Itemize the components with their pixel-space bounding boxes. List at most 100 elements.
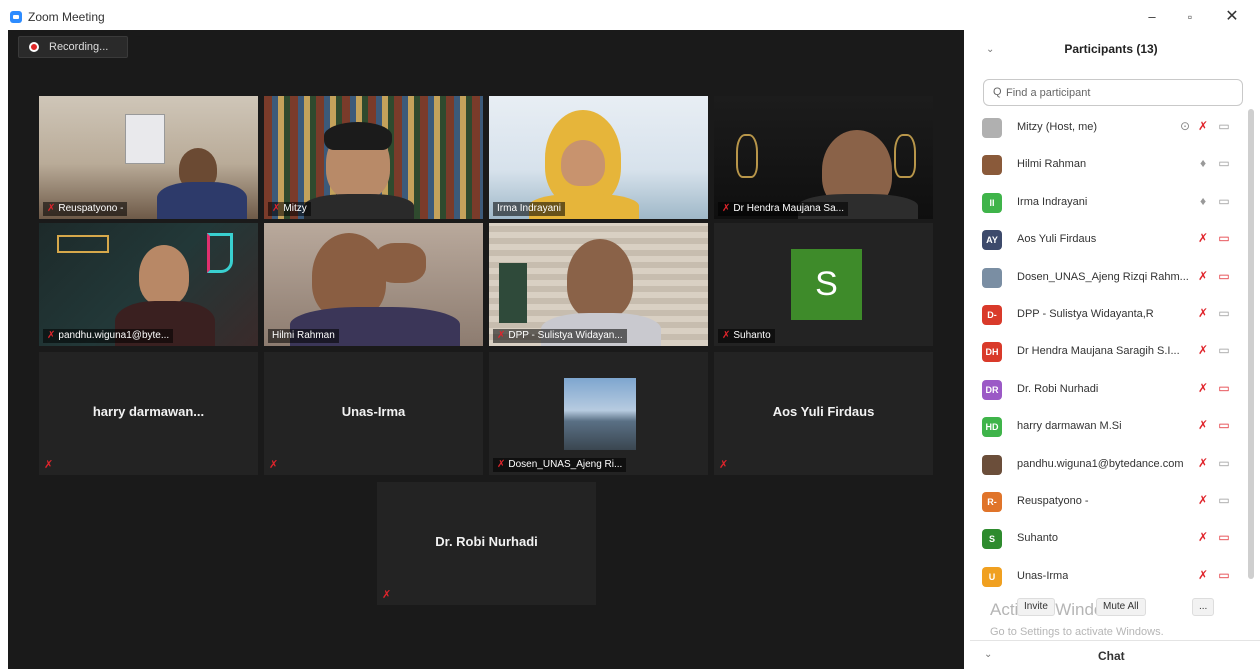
lantern-decoration — [894, 134, 916, 178]
video-tile-unas-irma[interactable]: Unas-Irma ✗ — [264, 352, 483, 475]
camera-off-icon[interactable]: ▭ — [1217, 568, 1231, 582]
camera-off-icon[interactable]: ▭ — [1217, 269, 1231, 283]
video-feed — [714, 96, 933, 219]
muted-mic-icon: ✗ — [382, 589, 392, 601]
minimize-button[interactable]: – — [1142, 8, 1162, 26]
participant-name: DPP - Sulistya Widayanta,R — [1017, 307, 1154, 320]
participant-search[interactable]: Q — [983, 79, 1243, 106]
participant-avatar: DR — [982, 379, 1002, 400]
video-feed — [39, 223, 258, 346]
camera-off-icon[interactable]: ▭ — [1217, 530, 1231, 544]
camera-icon[interactable]: ▭ — [1217, 156, 1231, 170]
camera-off-icon[interactable]: ▭ — [1217, 381, 1231, 395]
sign-decoration — [57, 235, 109, 253]
muted-mic-icon[interactable]: ✗ — [1196, 530, 1210, 544]
participant-row[interactable]: II Irma Indrayani ♦ ▭ — [970, 184, 1246, 221]
participant-row[interactable]: Mitzy (Host, me) ⊙ ✗ ▭ — [970, 109, 1246, 146]
participant-row[interactable]: Hilmi Rahman ♦ ▭ — [970, 146, 1246, 183]
participant-row[interactable]: U Unas-Irma ✗ ▭ — [970, 558, 1246, 595]
video-tile-dr-robi-nurhadi[interactable]: Dr. Robi Nurhadi ✗ — [377, 482, 596, 605]
camera-icon[interactable]: ▭ — [1217, 119, 1231, 133]
muted-mic-icon[interactable]: ✗ — [1196, 493, 1210, 507]
camera-icon[interactable]: ▭ — [1217, 343, 1231, 357]
video-feed — [264, 223, 483, 346]
participant-row[interactable]: pandhu.wiguna1@bytedance.com ✗ ▭ — [970, 446, 1246, 483]
video-tile-dr-hendra[interactable]: ✗ Dr Hendra Maujana Sa... — [714, 96, 933, 219]
participant-row[interactable]: DR Dr. Robi Nurhadi ✗ ▭ — [970, 371, 1246, 408]
muted-mic-icon: ✗ — [497, 459, 506, 470]
participant-row[interactable]: AY Aos Yuli Firdaus ✗ ▭ — [970, 221, 1246, 258]
participant-name: Aos Yuli Firdaus — [1017, 233, 1097, 246]
video-tile-reuspatyono[interactable]: ✗ Reuspatyono - — [39, 96, 258, 219]
participant-name: Hilmi Rahman — [1017, 158, 1087, 171]
muted-mic-icon[interactable]: ✗ — [1196, 306, 1210, 320]
video-tile-harry-darmawan[interactable]: harry darmawan... ✗ — [39, 352, 258, 475]
search-input[interactable] — [1006, 84, 1236, 102]
participant-name: harry darmawan M.Si — [1017, 420, 1122, 433]
video-tile-dosen-unas-ajeng[interactable]: ✗ Dosen_UNAS_Ajeng Ri... — [489, 352, 708, 475]
expand-chevron-icon[interactable]: ⌄ — [984, 649, 992, 660]
muted-mic-icon[interactable]: ✗ — [1196, 418, 1210, 432]
camera-icon[interactable]: ▭ — [1217, 456, 1231, 470]
video-feed — [489, 96, 708, 219]
video-tile-mitzy[interactable]: ✗ Mitzy — [264, 96, 483, 219]
participant-avatar: DH — [982, 342, 1002, 363]
mic-icon[interactable]: ♦ — [1196, 156, 1210, 170]
camera-icon[interactable]: ▭ — [1217, 493, 1231, 507]
recording-label: Recording... — [49, 41, 109, 53]
participant-name: Dr. Robi Nurhadi — [1017, 382, 1099, 395]
participant-name-label: ✗ Reuspatyono - — [43, 202, 128, 216]
participant-list-scrollbar[interactable] — [1248, 109, 1254, 579]
participant-row[interactable]: HD harry darmawan M.Si ✗ ▭ — [970, 408, 1246, 445]
muted-mic-icon[interactable]: ✗ — [1196, 381, 1210, 395]
muted-mic-icon[interactable]: ✗ — [1196, 231, 1210, 245]
muted-mic-icon: ✗ — [44, 459, 54, 471]
participant-name: Irma Indrayani — [1017, 195, 1088, 208]
participant-name-label: ✗ pandhu.wiguna1@byte... — [43, 329, 174, 343]
participant-name-label: ✗ DPP - Sulistya Widayan... — [493, 329, 627, 343]
participant-display-name: Unas-Irma — [341, 404, 406, 419]
invite-button[interactable]: Invite — [1017, 598, 1055, 616]
participant-name: Suhanto — [1017, 532, 1058, 545]
muted-mic-icon[interactable]: ✗ — [1196, 119, 1210, 133]
recording-indicator[interactable]: Recording... — [18, 36, 128, 58]
participants-panel: ⌄ Participants (13) Q Mitzy (Host, me) ⊙… — [970, 30, 1260, 669]
camera-icon[interactable]: ▭ — [1217, 194, 1231, 208]
participant-name: Unas-Irma — [1017, 569, 1069, 582]
muted-mic-icon[interactable]: ✗ — [1196, 456, 1210, 470]
participant-display-name: harry darmawan... — [92, 404, 205, 419]
participant-avatar — [982, 118, 1002, 138]
muted-mic-icon[interactable]: ✗ — [1196, 269, 1210, 283]
camera-off-icon[interactable]: ▭ — [1217, 418, 1231, 432]
muted-mic-icon[interactable]: ✗ — [1196, 343, 1210, 357]
participant-name-label: ✗ Mitzy — [268, 202, 311, 216]
video-tile-suhanto[interactable]: S ✗ Suhanto — [714, 223, 933, 346]
mic-icon[interactable]: ♦ — [1196, 194, 1210, 208]
participants-title: Participants (13) — [1064, 42, 1158, 56]
camera-icon[interactable]: ▭ — [1217, 306, 1231, 320]
muted-mic-icon: ✗ — [497, 330, 506, 341]
close-button[interactable]: ✕ — [1222, 8, 1242, 26]
mute-all-button[interactable]: Mute All — [1096, 598, 1146, 616]
muted-mic-icon[interactable]: ✗ — [1196, 568, 1210, 582]
more-options-button[interactable]: ... — [1192, 598, 1214, 616]
video-tile-aos-yuli-firdaus[interactable]: Aos Yuli Firdaus ✗ — [714, 352, 933, 475]
participant-avatar — [982, 454, 1002, 475]
video-tile-pandhu[interactable]: ✗ pandhu.wiguna1@byte... — [39, 223, 258, 346]
zoom-window: Zoom Meeting – ▫ ✕ Recording... ✗ Reuspat… — [0, 0, 1260, 669]
camera-off-icon[interactable]: ▭ — [1217, 231, 1231, 245]
muted-mic-icon: ✗ — [722, 330, 731, 341]
participant-row[interactable]: Dosen_UNAS_Ajeng Rizqi Rahm... ✗ ▭ — [970, 259, 1246, 296]
participant-display-name: Aos Yuli Firdaus — [772, 404, 875, 419]
recording-status-icon: ⊙ — [1179, 119, 1191, 133]
chat-panel-header[interactable]: ⌄ Chat — [970, 640, 1260, 669]
participant-row[interactable]: S Suhanto ✗ ▭ — [970, 520, 1246, 557]
participant-row[interactable]: DH Dr Hendra Maujana Saragih S.I... ✗ ▭ — [970, 333, 1246, 370]
muted-mic-icon: ✗ — [269, 459, 279, 471]
video-tile-dpp-sulistya[interactable]: ✗ DPP - Sulistya Widayan... — [489, 223, 708, 346]
maximize-button[interactable]: ▫ — [1180, 8, 1200, 26]
video-tile-hilmi-rahman-active-speaker[interactable]: Hilmi Rahman — [264, 223, 483, 346]
video-tile-irma-indrayani[interactable]: Irma Indrayani — [489, 96, 708, 219]
participant-row[interactable]: D- DPP - Sulistya Widayanta,R ✗ ▭ — [970, 296, 1246, 333]
participant-row[interactable]: R- Reuspatyono - ✗ ▭ — [970, 483, 1246, 520]
